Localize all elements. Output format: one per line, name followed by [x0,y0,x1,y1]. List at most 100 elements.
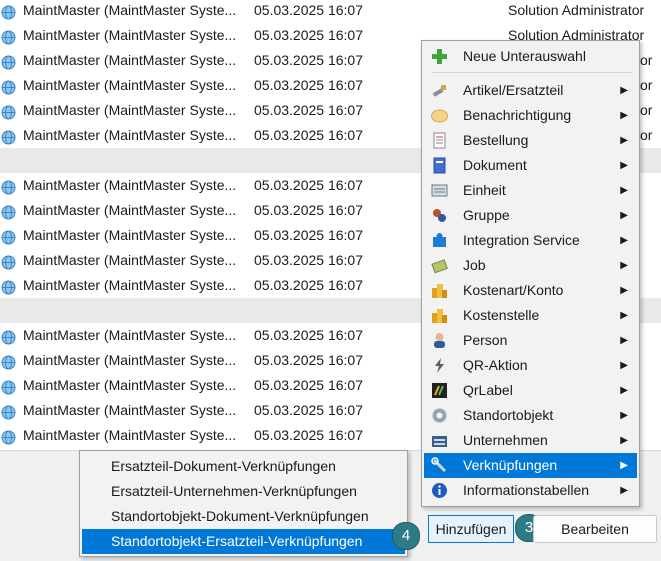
row-date: 05.03.2025 16:07 [254,252,363,268]
job-icon [431,257,448,274]
row-date: 05.03.2025 16:07 [254,402,363,418]
menu-item-job[interactable]: Job ▶ [424,253,637,278]
row-date: 05.03.2025 16:07 [254,52,363,68]
submenu-arrow-icon: ▶ [620,160,628,171]
menu-item-verknuepfungen[interactable]: Verknüpfungen ▶ [424,453,637,478]
globe-icon [1,53,16,70]
menu-item-person[interactable]: Person ▶ [424,328,637,353]
row-user: Solution Administrator [508,2,645,18]
row-name: MaintMaster (MaintMaster Syste... [23,27,237,43]
submenu-arrow-icon: ▶ [620,410,628,421]
wrench-icon [431,82,448,99]
link-icon [431,457,448,474]
row-name: MaintMaster (MaintMaster Syste... [23,2,237,18]
row-date: 05.03.2025 16:07 [254,327,363,343]
submenu-arrow-icon: ▶ [620,485,628,496]
globe-icon [1,78,16,95]
row-date: 05.03.2025 16:07 [254,77,363,93]
menu-item-artikel[interactable]: Artikel/Ersatzteil ▶ [424,78,637,103]
row-date: 05.03.2025 16:07 [254,27,363,43]
menu-item-kostenstelle[interactable]: Kostenstelle ▶ [424,303,637,328]
submenu-arrow-icon: ▶ [620,210,628,221]
row-user: or [640,127,653,143]
row-date: 05.03.2025 16:07 [254,2,363,18]
globe-icon [1,403,16,420]
row-date: 05.03.2025 16:07 [254,377,363,393]
menu-item-unternehmen[interactable]: Unternehmen ▶ [424,428,637,453]
menu-item-qr-aktion[interactable]: QR-Aktion ▶ [424,353,637,378]
step-badge-4: 4 [392,522,420,550]
globe-icon [1,103,16,120]
submenu-arrow-icon: ▶ [620,235,628,246]
row-date: 05.03.2025 16:07 [254,427,363,443]
menu-divider [432,72,632,73]
add-context-menu: Neue Unterauswahl Artikel/Ersatzteil ▶ Be… [421,40,640,507]
row-name: MaintMaster (MaintMaster Syste... [23,327,237,343]
submenu-arrow-icon: ▶ [620,360,628,371]
gear-icon [431,407,448,424]
submenu-arrow-icon: ▶ [620,85,628,96]
submenu-item-ersatzteil-unternehmen[interactable]: Ersatzteil-Unternehmen-Verknüpfungen [82,479,405,504]
row-name: MaintMaster (MaintMaster Syste... [23,402,237,418]
submenu-arrow-icon: ▶ [620,385,628,396]
row-user: or [640,52,653,68]
row-date: 05.03.2025 16:07 [254,202,363,218]
edit-button[interactable]: Bearbeiten [533,515,657,543]
globe-icon [1,203,16,220]
row-date: 05.03.2025 16:07 [254,277,363,293]
submenu-arrow-icon: ▶ [620,285,628,296]
menu-item-qrlabel[interactable]: QrLabel ▶ [424,378,637,403]
row-date: 05.03.2025 16:07 [254,102,363,118]
row-date: 05.03.2025 16:07 [254,127,363,143]
row-name: MaintMaster (MaintMaster Syste... [23,77,237,93]
globe-icon [1,178,16,195]
menu-item-bestellung[interactable]: Bestellung ▶ [424,128,637,153]
group-icon [431,207,448,224]
coins-icon [431,282,448,299]
company-icon [431,432,448,449]
menu-item-integration-service[interactable]: Integration Service ▶ [424,228,637,253]
globe-icon [1,228,16,245]
submenu-arrow-icon: ▶ [620,335,628,346]
coins-icon [431,307,448,324]
globe-icon [1,253,16,270]
submenu-arrow-icon: ▶ [620,460,628,471]
submenu-item-standortobjekt-ersatzteil[interactable]: Standortobjekt-Ersatzteil-Verknüpfungen [82,529,405,554]
submenu-arrow-icon: ▶ [620,110,628,121]
submenu-item-standortobjekt-dokument[interactable]: Standortobjekt-Dokument-Verknüpfungen [82,504,405,529]
globe-icon [1,278,16,295]
row-name: MaintMaster (MaintMaster Syste... [23,177,237,193]
menu-item-new-subselection[interactable]: Neue Unterauswahl [424,44,637,69]
lightning-icon [431,357,448,374]
table-row[interactable]: MaintMaster (MaintMaster Syste... 05.03.… [0,0,661,23]
menu-item-einheit[interactable]: Einheit ▶ [424,178,637,203]
submenu-arrow-icon: ▶ [620,310,628,321]
row-name: MaintMaster (MaintMaster Syste... [23,377,237,393]
menu-item-informationstabellen[interactable]: Informationstabellen ▶ [424,478,637,503]
menu-item-dokument[interactable]: Dokument ▶ [424,153,637,178]
submenu-item-ersatzteil-dokument[interactable]: Ersatzteil-Dokument-Verknüpfungen [82,454,405,479]
row-name: MaintMaster (MaintMaster Syste... [23,202,237,218]
row-name: MaintMaster (MaintMaster Syste... [23,427,237,443]
unit-icon [431,182,448,199]
row-name: MaintMaster (MaintMaster Syste... [23,252,237,268]
label-icon [431,382,448,399]
row-name: MaintMaster (MaintMaster Syste... [23,352,237,368]
document-icon [431,157,448,174]
globe-icon [1,378,16,395]
menu-item-gruppe[interactable]: Gruppe ▶ [424,203,637,228]
links-submenu: Ersatzteil-Dokument-Verknüpfungen Ersatz… [79,450,408,557]
globe-icon [1,428,16,445]
menu-item-benachrichtigung[interactable]: Benachrichtigung ▶ [424,103,637,128]
person-icon [431,332,448,349]
submenu-arrow-icon: ▶ [620,185,628,196]
add-button[interactable]: Hinzufügen [428,515,514,543]
puzzle-icon [431,232,448,249]
menu-item-standortobjekt[interactable]: Standortobjekt ▶ [424,403,637,428]
notification-icon [431,107,448,124]
row-user: or [640,102,653,118]
row-name: MaintMaster (MaintMaster Syste... [23,227,237,243]
row-date: 05.03.2025 16:07 [254,177,363,193]
menu-item-kostenart-konto[interactable]: Kostenart/Konto ▶ [424,278,637,303]
row-date: 05.03.2025 16:07 [254,227,363,243]
